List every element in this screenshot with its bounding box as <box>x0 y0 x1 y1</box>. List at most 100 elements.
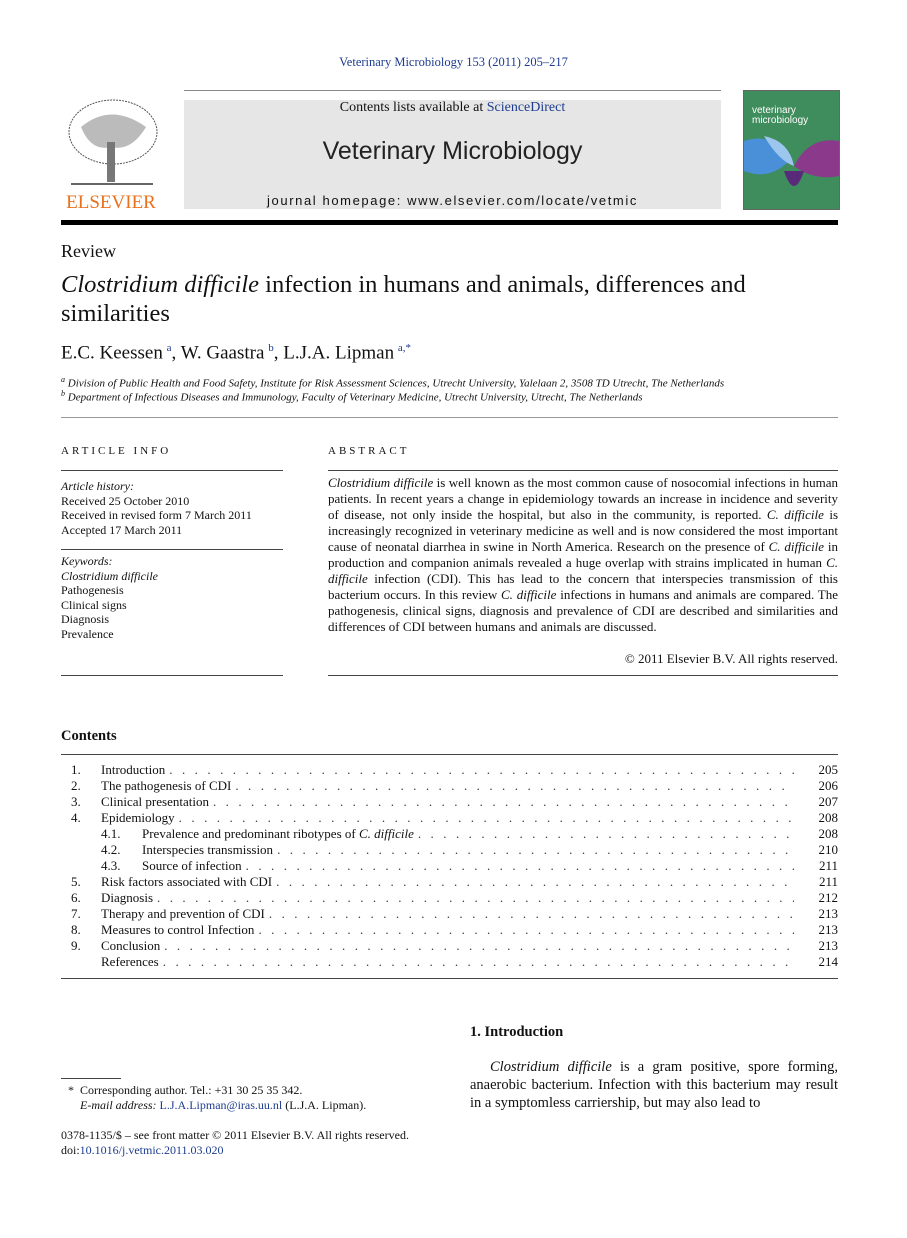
toc-title[interactable]: Therapy and prevention of CDI <box>101 906 265 922</box>
article-title: Clostridium difficile infection in human… <box>61 270 838 328</box>
toc-title[interactable]: Clinical presentation <box>101 794 209 810</box>
toc-entry[interactable]: 3. Clinical presentation. . . . . . . . .… <box>61 794 838 810</box>
divider <box>61 549 283 550</box>
toc-page: 213 <box>818 922 839 937</box>
toc-number: 4. <box>71 810 81 825</box>
toc-leader-dots: . . . . . . . . . . . . . . . . . . . . … <box>276 874 794 889</box>
toc-entry[interactable]: 4.2. Interspecies transmission. . . . . .… <box>61 842 838 858</box>
toc-title-text: Introduction <box>101 762 166 777</box>
toc-leader-dots: . . . . . . . . . . . . . . . . . . . . … <box>245 858 794 873</box>
author-affiliation-mark[interactable]: b <box>268 342 274 354</box>
affiliation-text: Department of Infectious Diseases and Im… <box>67 391 643 404</box>
toc-page: 213 <box>818 938 839 953</box>
divider <box>328 470 838 471</box>
front-matter: 0378-1135/$ – see front matter © 2011 El… <box>61 1128 409 1142</box>
toc-number: 5. <box>71 874 81 889</box>
author-name[interactable]: L.J.A. Lipman <box>283 342 394 363</box>
toc-title-text: Source of infection <box>142 858 242 873</box>
toc-title-text: Diagnosis <box>101 890 153 905</box>
toc-page: 205 <box>818 762 839 777</box>
toc-entry[interactable]: 4. Epidemiology. . . . . . . . . . . . . … <box>61 810 838 826</box>
keyword: Pathogenesis <box>61 583 124 597</box>
species-name: C. difficile <box>766 507 824 522</box>
toc-title[interactable]: Epidemiology <box>101 810 175 826</box>
keyword: Prevalence <box>61 626 114 641</box>
toc-number: 3. <box>71 794 81 809</box>
species-name: Clostridium difficile <box>328 475 434 490</box>
toc-page: 208 <box>818 810 839 825</box>
toc-leader-dots: . . . . . . . . . . . . . . . . . . . . … <box>164 938 794 953</box>
toc-title-text: Clinical presentation <box>101 794 209 809</box>
toc-entry[interactable]: 4.3. Source of infection. . . . . . . . .… <box>61 858 838 874</box>
toc-entry[interactable]: References. . . . . . . . . . . . . . . … <box>61 954 838 970</box>
email-link[interactable]: L.J.A.Lipman@iras.uu.nl <box>160 1098 283 1112</box>
article-info-heading: ARTICLE INFO <box>61 445 172 457</box>
toc-title[interactable]: Source of infection <box>142 858 242 874</box>
toc-title[interactable]: Introduction <box>101 762 165 778</box>
homepage-link[interactable]: www.elsevier.com/locate/vetmic <box>407 193 638 208</box>
intro-species: Clostridium difficile <box>490 1059 612 1075</box>
table-of-contents: 1. Introduction. . . . . . . . . . . . . … <box>61 762 838 970</box>
divider <box>61 675 283 676</box>
history-label: Article history: <box>61 479 134 493</box>
header-divider <box>61 220 838 225</box>
divider <box>61 754 838 755</box>
toc-page: 207 <box>818 794 839 809</box>
divider <box>61 470 283 471</box>
contents-prefix: Contents lists available at <box>339 100 487 115</box>
toc-entry[interactable]: 8. Measures to control Infection. . . . .… <box>61 922 838 938</box>
toc-title[interactable]: Risk factors associated with CDI <box>101 874 272 890</box>
divider <box>61 978 838 979</box>
elsevier-tree-logo: ELSEVIER <box>61 92 161 210</box>
toc-title[interactable]: Interspecies transmission <box>142 842 273 858</box>
email-label: E-mail address: <box>80 1098 160 1112</box>
article-type: Review <box>61 241 116 261</box>
toc-title-italic: C. difficile <box>358 826 414 841</box>
footnote-rule <box>61 1078 121 1079</box>
homepage-label: journal homepage: <box>267 193 408 208</box>
toc-title[interactable]: Diagnosis <box>101 890 153 906</box>
toc-title-text: Therapy and prevention of CDI <box>101 906 265 921</box>
affiliation-mark: b <box>61 389 65 398</box>
toc-page: 206 <box>818 778 839 793</box>
toc-number: 6. <box>71 890 81 905</box>
author-name[interactable]: E.C. Keessen <box>61 342 163 363</box>
toc-title[interactable]: Measures to control Infection <box>101 922 254 938</box>
toc-title-text: Interspecies transmission <box>142 842 274 857</box>
toc-leader-dots: . . . . . . . . . . . . . . . . . . . . … <box>178 810 794 825</box>
article-history: Article history: Received 25 October 201… <box>61 479 252 537</box>
toc-leader-dots: . . . . . . . . . . . . . . . . . . . . … <box>417 826 794 841</box>
journal-title: Veterinary Microbiology <box>322 137 583 165</box>
svg-text:ELSEVIER: ELSEVIER <box>66 192 156 210</box>
author-affiliation-mark[interactable]: a,* <box>398 342 411 354</box>
footnote-mark: * <box>68 1083 74 1097</box>
toc-entry[interactable]: 7. Therapy and prevention of CDI. . . . .… <box>61 906 838 922</box>
toc-title[interactable]: References <box>101 954 159 970</box>
introduction-text: Clostridium difficile is a gram positive… <box>470 1058 838 1112</box>
toc-page: 214 <box>818 954 839 969</box>
author-name[interactable]: W. Gaastra <box>181 342 265 363</box>
toc-title[interactable]: Conclusion <box>101 938 160 954</box>
toc-entry[interactable]: 5. Risk factors associated with CDI . . . … <box>61 874 838 890</box>
toc-entry[interactable]: 9. Conclusion. . . . . . . . . . . . . . … <box>61 938 838 954</box>
toc-leader-dots: . . . . . . . . . . . . . . . . . . . . … <box>268 906 794 921</box>
contents-heading: Contents <box>61 728 117 744</box>
history-received: Received 25 October 2010 <box>61 493 190 508</box>
sciencedirect-link[interactable]: ScienceDirect <box>487 100 566 115</box>
toc-title[interactable]: Prevalence and predominant ribotypes of … <box>142 826 414 842</box>
toc-entry[interactable]: 4.1. Prevalence and predominant ribotypes… <box>61 826 838 842</box>
journal-citation[interactable]: Veterinary Microbiology 153 (2011) 205–2… <box>0 55 907 70</box>
svg-text:microbiology: microbiology <box>752 115 808 126</box>
toc-page: 211 <box>818 874 838 889</box>
toc-number: 4.2. <box>101 842 121 857</box>
toc-leader-dots: . . . . . . . . . . . . . . . . . . . . … <box>258 922 794 937</box>
toc-page: 211 <box>818 858 838 873</box>
toc-title[interactable]: The pathogenesis of CDI <box>101 778 231 794</box>
doi-link[interactable]: 10.1016/j.vetmic.2011.03.020 <box>80 1143 224 1157</box>
toc-entry[interactable]: 6. Diagnosis . . . . . . . . . . . . . . .… <box>61 890 838 906</box>
toc-title-text: The pathogenesis of CDI <box>101 778 232 793</box>
toc-entry[interactable]: 1. Introduction. . . . . . . . . . . . . … <box>61 762 838 778</box>
toc-entry[interactable]: 2. The pathogenesis of CDI. . . . . . . .… <box>61 778 838 794</box>
toc-page: 213 <box>818 906 839 921</box>
author-affiliation-mark[interactable]: a <box>167 342 172 354</box>
